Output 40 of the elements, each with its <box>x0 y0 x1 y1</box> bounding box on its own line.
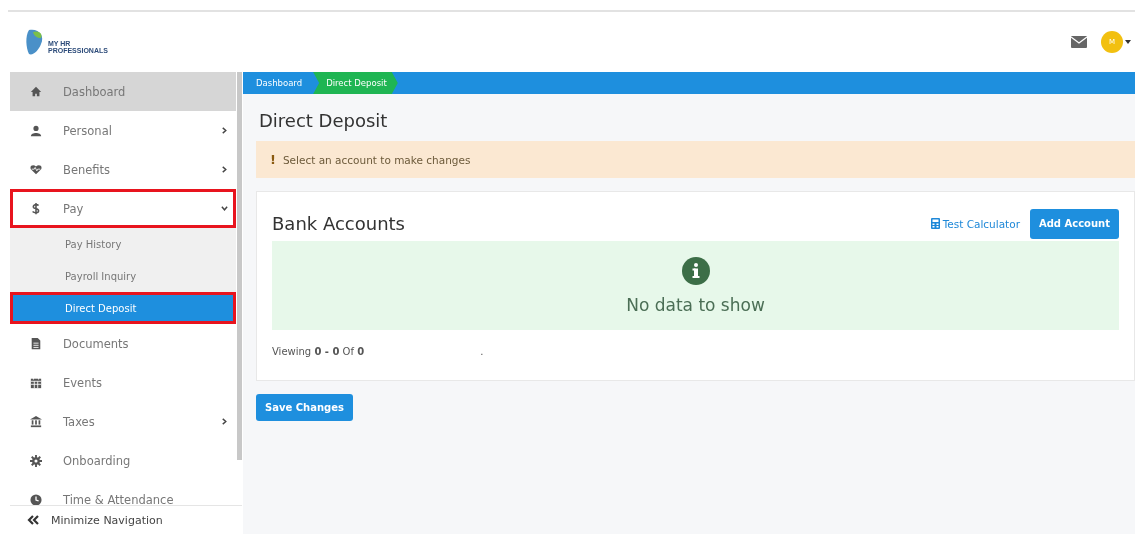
nav-item[interactable]: Time & Attendance <box>10 480 236 505</box>
submenu-item[interactable]: Payroll Inquiry <box>10 260 236 292</box>
card-title: Bank Accounts <box>272 213 405 234</box>
save-changes-button[interactable]: Save Changes <box>256 394 353 421</box>
home-icon <box>30 85 42 98</box>
nav-item[interactable]: Onboarding <box>10 441 236 480</box>
nav-item[interactable]: Taxes <box>10 402 236 441</box>
clock-icon <box>30 493 42 505</box>
alert-text: Select an account to make changes <box>282 153 471 166</box>
user-icon <box>30 124 42 137</box>
calculator-icon <box>930 218 940 229</box>
add-account-button[interactable]: Add Account <box>1029 208 1119 239</box>
nav-item[interactable]: Personal <box>10 111 236 150</box>
breadcrumb[interactable]: Direct Deposit <box>313 72 398 94</box>
empty-message: No data to show <box>626 294 765 315</box>
calendar-icon <box>30 376 42 389</box>
gear-icon <box>30 454 42 467</box>
nav-item[interactable]: Benefits <box>10 150 236 189</box>
breadcrumb[interactable]: Dashboard <box>243 72 314 94</box>
dollar-icon <box>30 202 42 215</box>
dot-mark: . <box>480 345 484 357</box>
document-icon <box>30 337 42 350</box>
caret-icon[interactable] <box>1125 40 1131 44</box>
test-calculator-link[interactable]: Test Calculator <box>930 217 1020 230</box>
scrollbar[interactable] <box>237 72 242 460</box>
mail-icon[interactable] <box>1071 36 1087 48</box>
nav-item[interactable]: Dashboard <box>10 72 236 111</box>
heart-icon <box>30 163 42 176</box>
nav-item[interactable]: Documents <box>10 324 236 363</box>
viewing-count: Viewing 0 - 0 Of 0 <box>272 345 365 357</box>
logo-leaf-icon <box>25 28 45 56</box>
page-title: Direct Deposit <box>259 110 388 131</box>
bank-icon <box>30 415 42 428</box>
nav-item[interactable]: Events <box>10 363 236 402</box>
submenu-item[interactable]: Pay History <box>10 228 236 260</box>
nav-item[interactable]: Pay <box>10 189 236 228</box>
info-icon <box>681 256 710 285</box>
submenu-item[interactable]: Direct Deposit <box>10 292 236 324</box>
exclamation-icon: ! <box>270 152 276 167</box>
double-chevron-left-icon <box>27 515 39 525</box>
